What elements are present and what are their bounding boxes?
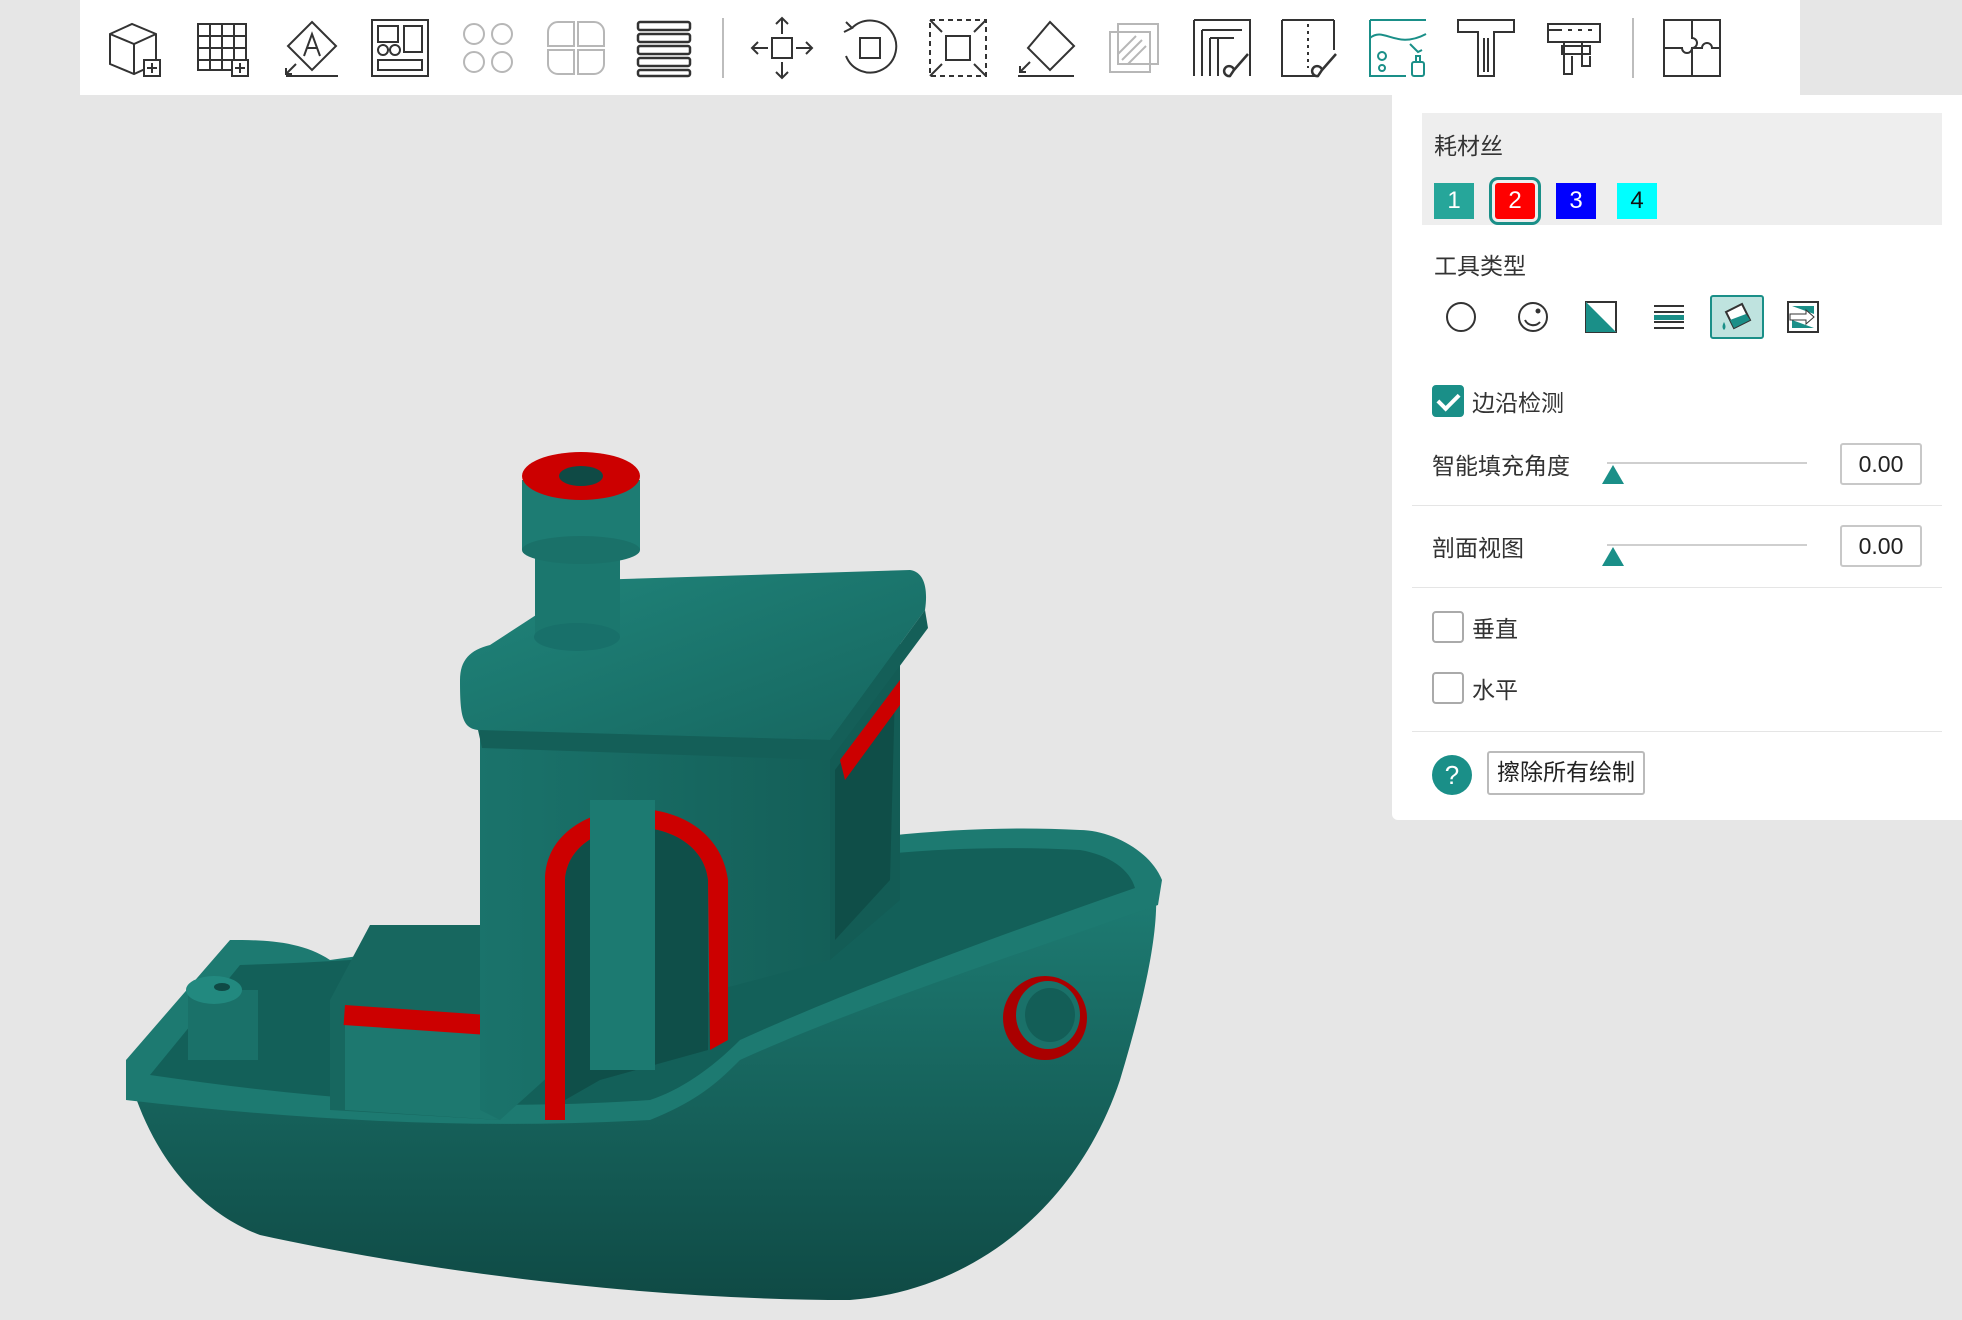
triangle-brush-button[interactable]	[1574, 295, 1628, 339]
cut-button[interactable]	[1090, 0, 1178, 95]
height-range-button[interactable]	[1642, 295, 1696, 339]
horizontal-label: 水平	[1472, 678, 1518, 704]
panel-divider	[1412, 505, 1942, 506]
add-cube-button[interactable]	[92, 0, 180, 95]
move-icon	[750, 16, 814, 79]
fill-bucket-icon	[1722, 302, 1752, 330]
height-range-icon	[1654, 305, 1684, 329]
circle-brush-button[interactable]	[1434, 295, 1488, 339]
seam-paint-icon	[1281, 18, 1337, 77]
gap-fill-button[interactable]	[1776, 295, 1830, 339]
split-objects-icon	[463, 22, 513, 73]
smart-fill-angle-track[interactable]	[1607, 462, 1807, 464]
split-objects-button[interactable]	[444, 0, 532, 95]
filament-2-button[interactable]: 2	[1489, 177, 1541, 225]
text-icon	[1457, 18, 1515, 77]
section-view-track[interactable]	[1607, 544, 1807, 546]
section-view-input[interactable]: 0.00	[1840, 525, 1922, 567]
auto-orient-icon	[285, 20, 338, 77]
assembly-icon	[1663, 18, 1721, 77]
text-button[interactable]	[1442, 0, 1530, 95]
arrange-button[interactable]	[356, 0, 444, 95]
vertical-checkbox[interactable]	[1432, 611, 1464, 643]
filament-4-button[interactable]: 4	[1617, 183, 1657, 219]
filament-1-button[interactable]: 1	[1434, 183, 1474, 219]
support-paint-button[interactable]	[1178, 0, 1266, 95]
section-view-slider-handle[interactable]	[1602, 547, 1624, 566]
lay-on-face-icon	[1018, 20, 1076, 77]
fill-bucket-button[interactable]	[1710, 295, 1764, 339]
horizontal-checkbox[interactable]	[1432, 672, 1464, 704]
tool-type-title: 工具类型	[1434, 254, 1526, 280]
assembly-button[interactable]	[1648, 0, 1736, 95]
sphere-brush-icon	[1518, 302, 1548, 332]
arrange-icon	[371, 18, 429, 77]
vertical-label: 垂直	[1472, 617, 1518, 643]
move-button[interactable]	[738, 0, 826, 95]
measure-button[interactable]	[1530, 0, 1618, 95]
cut-icon	[1109, 22, 1159, 73]
color-paint-panel: 耗材丝 1 2 3 4 工具类型 边沿检测 智能填充角度 0.00 剖面视图 0…	[1392, 95, 1962, 820]
scale-icon	[929, 18, 987, 77]
triangle-brush-icon	[1585, 301, 1617, 333]
lay-on-face-button[interactable]	[1002, 0, 1090, 95]
gap-fill-icon	[1787, 301, 1819, 333]
add-cube-icon	[109, 22, 161, 77]
scale-button[interactable]	[914, 0, 1002, 95]
split-parts-button[interactable]	[532, 0, 620, 95]
panel-divider	[1412, 587, 1942, 588]
seam-paint-button[interactable]	[1266, 0, 1354, 95]
filament-title: 耗材丝	[1434, 134, 1503, 160]
measure-icon	[1547, 22, 1601, 75]
smart-fill-angle-slider-handle[interactable]	[1602, 465, 1624, 484]
color-paint-button[interactable]	[1354, 0, 1442, 95]
layers-icon	[636, 20, 692, 77]
erase-all-button[interactable]: 擦除所有绘制	[1487, 751, 1645, 795]
add-plate-button[interactable]	[180, 0, 268, 95]
support-paint-icon	[1193, 18, 1251, 77]
auto-orient-button[interactable]	[268, 0, 356, 95]
toolbar-divider	[722, 17, 724, 78]
filament-section: 耗材丝 1 2 3 4	[1422, 113, 1942, 225]
section-view-label: 剖面视图	[1432, 536, 1524, 562]
color-paint-icon	[1369, 18, 1427, 77]
smart-fill-angle-input[interactable]: 0.00	[1840, 443, 1922, 485]
circle-brush-icon	[1446, 302, 1476, 332]
rotate-button[interactable]	[826, 0, 914, 95]
sphere-brush-button[interactable]	[1506, 295, 1560, 339]
edge-detection-checkbox[interactable]	[1432, 385, 1464, 417]
edge-detection-label: 边沿检测	[1472, 391, 1564, 417]
add-plate-icon	[197, 22, 249, 77]
help-icon[interactable]: ?	[1432, 755, 1472, 795]
layers-button[interactable]	[620, 0, 708, 95]
filament-3-button[interactable]: 3	[1556, 183, 1596, 219]
top-toolbar	[80, 0, 1800, 95]
toolbar-divider	[1632, 17, 1634, 78]
split-parts-icon	[547, 20, 605, 75]
rotate-icon	[843, 19, 898, 73]
smart-fill-angle-label: 智能填充角度	[1432, 454, 1570, 480]
panel-divider	[1412, 731, 1942, 732]
